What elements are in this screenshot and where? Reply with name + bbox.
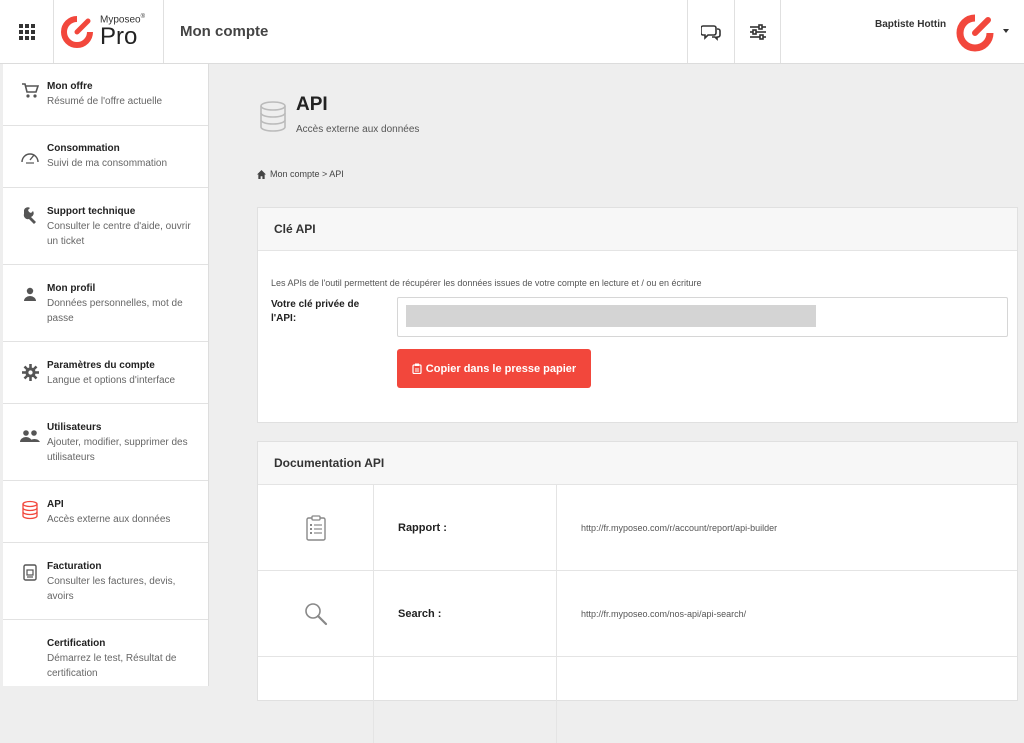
sidebar-item-certification[interactable]: Certification Démarrez le test, Résultat… [3,620,208,686]
settings-sliders-button[interactable] [734,0,781,63]
doc-name: Search : [374,571,557,656]
sidebar-item-subtitle: Langue et options d'interface [47,375,176,386]
sidebar-item-title: Paramètres du compte [47,360,155,371]
api-key-field[interactable] [397,297,1008,337]
sidebar-item-subtitle: Consulter les factures, devis, avoirs [47,576,176,602]
brand-registered-mark: ® [140,14,145,21]
doc-name: Rapport : [374,485,557,570]
chat-icon [701,24,721,41]
user-icon [20,284,40,304]
sidebar-item-subtitle: Démarrez le test, Résultat de certificat… [47,653,177,679]
apps-grid-icon [18,23,35,40]
magnifier-icon [304,602,327,625]
copy-to-clipboard-button[interactable]: Copier dans le presse papier [397,349,591,388]
section-subtitle: Accès externe aux données [296,124,420,135]
users-icon [20,426,40,446]
section-title: API [296,94,328,115]
sidebar-item-subtitle: Suivi de ma consommation [47,158,168,169]
apps-menu-button[interactable] [0,0,54,63]
top-bar: Myposeo® Pro Mon compte Baptiste Hottin [0,0,1024,64]
cart-icon [20,81,40,101]
brand-logo-icon [61,15,93,48]
sidebar-item-parametres-du-compte[interactable]: Paramètres du compte Langue et options d… [3,342,208,404]
brand-big-text: Pro [100,22,138,50]
sidebar: Mon offre Résumé de l'offre actuelle Con… [3,64,209,686]
sidebar-item-utilisateurs[interactable]: Utilisateurs Ajouter, modifier, supprime… [3,404,208,481]
sidebar-item-subtitle: Accès externe aux données [47,514,171,525]
database-icon [260,101,286,132]
sidebar-item-title: Facturation [47,561,102,572]
sidebar-item-title: API [47,499,64,510]
sidebar-item-consommation[interactable]: Consommation Suivi de ma consommation [3,126,208,188]
api-documentation-heading: Documentation API [258,442,1017,485]
sidebar-item-mon-offre[interactable]: Mon offre Résumé de l'offre actuelle [3,64,208,126]
gear-icon [20,362,40,382]
doc-url-link[interactable]: http://fr.myposeo.com/nos-api/api-search… [557,571,1017,656]
sidebar-item-mon-profil[interactable]: Mon profil Données personnelles, mot de … [3,265,208,342]
sidebar-item-subtitle: Données personnelles, mot de passe [47,298,183,324]
caret-down-icon[interactable] [1003,29,1009,33]
sidebar-item-title: Utilisateurs [47,422,102,433]
sidebar-item-title: Mon offre [47,81,93,92]
wrench-icon [20,205,40,225]
invoice-icon [20,562,40,582]
user-name[interactable]: Baptiste Hottin [875,19,946,30]
clipboard-icon [412,363,422,374]
breadcrumb-text[interactable]: Mon compte > API [270,169,344,179]
sidebar-item-title: Consommation [47,143,120,154]
sidebar-item-support-technique[interactable]: Support technique Consulter le centre d'… [3,188,208,265]
sidebar-item-api[interactable]: API Accès externe aux données [3,481,208,543]
chat-button[interactable] [687,0,734,63]
sidebar-item-title: Certification [47,638,106,649]
api-documentation-panel: Documentation API Rapport : http://fr.my… [257,441,1018,743]
sidebar-item-subtitle: Consulter le centre d'aide, ouvrir un ti… [47,221,191,247]
api-key-label: Votre clé privée de l'API: [271,299,360,324]
api-key-panel: Clé API Les APIs de l'outil permettent d… [257,207,1018,423]
api-key-panel-heading: Clé API [258,208,1017,251]
sidebar-item-subtitle: Résumé de l'offre actuelle [47,96,163,107]
speedometer-icon [20,147,40,167]
api-description: Les APIs de l'outil permettent de récupé… [271,278,702,288]
doc-row-rapport: Rapport : http://fr.myposeo.com/r/accoun… [258,485,1017,571]
database-icon [20,500,40,520]
avatar-logo-icon[interactable] [955,13,995,53]
copy-button-label: Copier dans le presse papier [425,362,577,375]
page-title: Mon compte [180,23,269,40]
home-icon [257,169,266,179]
doc-row-search: Search : http://fr.myposeo.com/nos-api/a… [258,571,1017,657]
sidebar-item-subtitle: Ajouter, modifier, supprimer des utilisa… [47,437,188,463]
doc-url-link[interactable]: http://fr.myposeo.com/r/account/report/a… [557,485,1017,570]
breadcrumb[interactable]: Mon compte > API [257,169,344,179]
sliders-icon [749,23,766,40]
doc-row-empty [258,657,1017,743]
brand-logo[interactable]: Myposeo® Pro [54,0,164,63]
main-content: API Accès externe aux données Mon compte… [210,64,1024,743]
sidebar-item-title: Support technique [47,206,136,217]
api-key-value[interactable] [406,305,816,327]
sidebar-item-facturation[interactable]: Facturation Consulter les factures, devi… [3,543,208,620]
clipboard-icon [305,514,326,541]
sidebar-item-title: Mon profil [47,283,96,294]
